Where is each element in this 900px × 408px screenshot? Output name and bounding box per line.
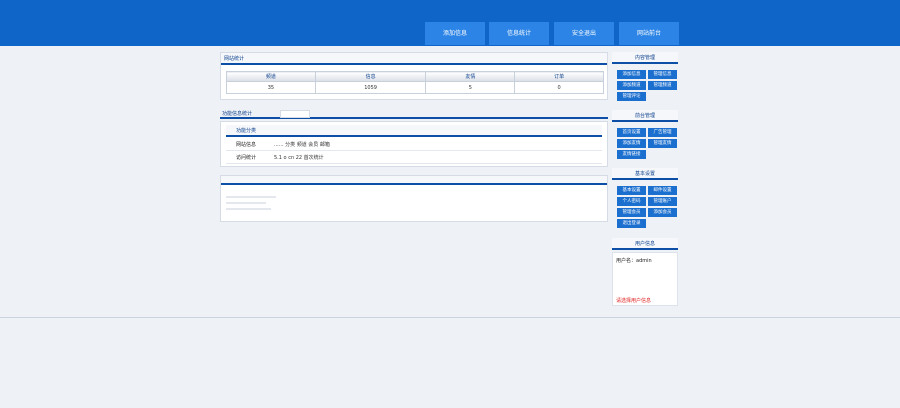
sidebar-item-logout[interactable]: 退出登录: [617, 219, 646, 228]
tab-function-stats[interactable]: 功能信息统计: [220, 110, 254, 118]
channel-count: 35: [226, 81, 316, 94]
content-mgmt-title: 内容管理: [612, 52, 678, 64]
col-channel: 频道: [226, 71, 316, 82]
col-friend: 友情: [425, 71, 516, 82]
friend-count: 5: [425, 81, 516, 94]
footer-divider: [0, 317, 900, 318]
placeholder-line: [226, 202, 266, 204]
sidebar-item-add-channel[interactable]: 添加频道: [617, 81, 646, 90]
tab-other[interactable]: [280, 110, 310, 118]
site-stats-panel: 网站统计 频道 信息 友情 订单 35 1059 5 0: [220, 52, 608, 100]
table-row: 35 1059 5 0: [226, 81, 604, 94]
sidebar-item-home-settings[interactable]: 首页设置: [617, 128, 646, 137]
visit-stats-key: 访问统计: [236, 155, 257, 161]
site-stats-title: 网站统计: [221, 53, 607, 65]
username-label: 用户名：admin: [616, 258, 652, 264]
frontend-mgmt-title: 前台管理: [612, 110, 678, 122]
col-order: 订单: [514, 71, 604, 82]
list-item: 访问统计 5.1 o cn 22 首次统计: [226, 152, 602, 164]
site-front-button[interactable]: 网站前台: [619, 22, 679, 45]
add-info-button[interactable]: 添加信息: [425, 22, 485, 45]
sidebar-item-manage-members[interactable]: 管理会员: [617, 208, 646, 217]
placeholder-line: [226, 208, 271, 210]
basic-settings-section: 基本设置 基本设置 邮件设置 个人密码 管理账户 管理会员 添加会员 退出登录: [612, 168, 678, 232]
order-count: 0: [514, 81, 604, 94]
col-info: 信息: [314, 71, 427, 82]
placeholder-line: [226, 196, 276, 198]
user-info-section: 用户信息: [612, 238, 678, 252]
sidebar-item-add-friend[interactable]: 添加友情: [617, 139, 646, 148]
tab-bar: 功能信息统计: [220, 110, 608, 119]
sidebar-item-mail-settings[interactable]: 邮件设置: [648, 186, 677, 195]
basic-settings-title: 基本设置: [612, 168, 678, 180]
sidebar-item-manage-friend[interactable]: 管理友情: [648, 139, 677, 148]
blank-panel: [220, 175, 608, 222]
sidebar-item-ad-mgmt[interactable]: 广告管理: [648, 128, 677, 137]
user-warning[interactable]: 请选择用户信息: [616, 297, 651, 304]
user-info-box: 用户名：admin 请选择用户信息: [612, 252, 678, 306]
sidebar-item-add-member[interactable]: 添加会员: [648, 208, 677, 217]
site-info-key: 网站信息: [236, 142, 257, 148]
sidebar-item-add-info[interactable]: 添加信息: [617, 70, 646, 79]
top-header: 添加信息 信息统计 安全退出 网站前台: [0, 0, 900, 46]
blank-panel-header: [221, 176, 607, 185]
frontend-mgmt-section: 前台管理 首页设置 广告管理 添加友情 管理友情 友情链接: [612, 110, 678, 162]
info-stats-button[interactable]: 信息统计: [489, 22, 549, 45]
sidebar-item-manage-accounts[interactable]: 管理账户: [648, 197, 677, 206]
user-info-title: 用户信息: [612, 238, 678, 250]
function-info-header: 功能分类: [226, 125, 602, 137]
function-info-panel: 功能分类 网站信息 ...... 分类 频道 会员 邮箱 访问统计 5.1 o …: [220, 121, 608, 167]
sidebar-item-friend-links[interactable]: 友情链接: [617, 150, 646, 159]
sidebar-item-manage-comments[interactable]: 管理评论: [617, 92, 646, 101]
sidebar-item-personal-password[interactable]: 个人密码: [617, 197, 646, 206]
site-info-value: ...... 分类 频道 会员 邮箱: [274, 142, 330, 148]
sidebar-item-basic-settings[interactable]: 基本设置: [617, 186, 646, 195]
sidebar-item-manage-channel[interactable]: 管理频道: [648, 81, 677, 90]
sidebar-item-manage-info[interactable]: 管理信息: [648, 70, 677, 79]
function-category-label: 功能分类: [236, 128, 257, 134]
info-count: 1059: [314, 81, 427, 94]
list-item: 网站信息 ...... 分类 频道 会员 邮箱: [226, 139, 602, 151]
visit-stats-value: 5.1 o cn 22 首次统计: [274, 155, 324, 161]
site-stats-table: 频道 信息 友情 订单 35 1059 5 0: [226, 71, 604, 94]
logout-button[interactable]: 安全退出: [554, 22, 614, 45]
content-mgmt-section: 内容管理 添加信息 管理信息 添加频道 管理频道 管理评论: [612, 52, 678, 104]
